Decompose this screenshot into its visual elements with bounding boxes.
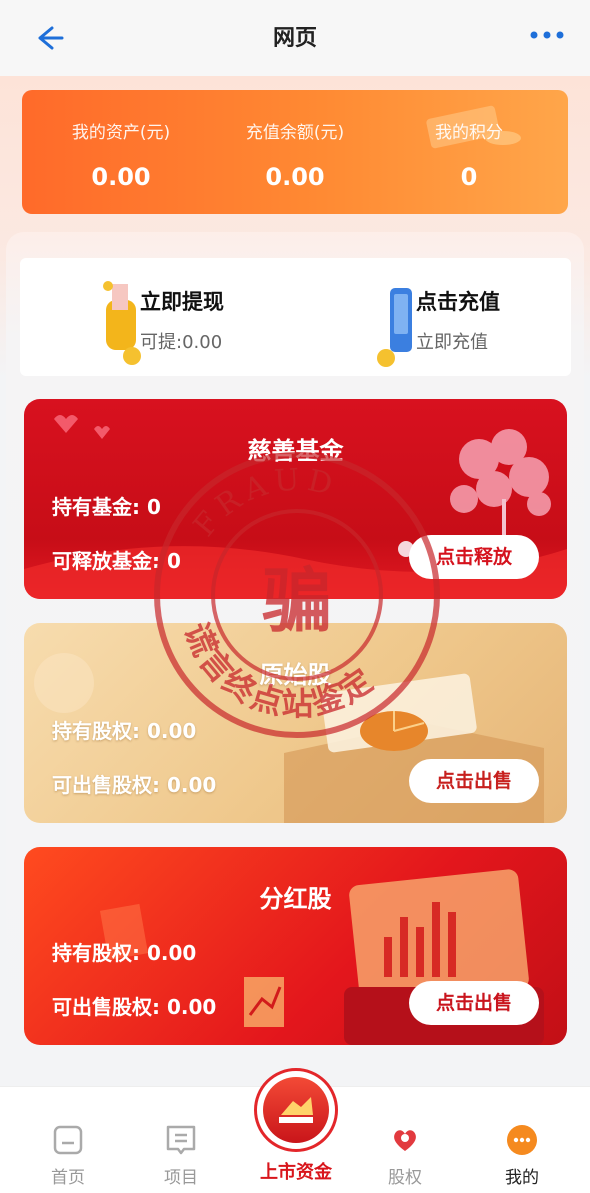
sellable-equity: 可出售股权: 0.00 xyxy=(52,995,217,1019)
more-options-icon[interactable] xyxy=(528,28,568,42)
tab-label: 我的 xyxy=(505,1168,539,1188)
tab-label: 股权 xyxy=(388,1168,422,1188)
withdraw-title: 立即提现 xyxy=(140,290,224,314)
withdraw-action[interactable]: 立即提现 可提:0.00 xyxy=(20,258,290,376)
sell-button[interactable]: 点击出售 xyxy=(409,981,539,1025)
recharge-title: 点击充值 xyxy=(416,290,500,314)
stat-value: 0.00 xyxy=(265,163,325,191)
stat-label: 我的资产(元) xyxy=(71,123,171,143)
recharge-subtitle: 立即充值 xyxy=(416,332,488,353)
stat-value: 0.00 xyxy=(91,163,151,191)
sellable-equity: 可出售股权: 0.00 xyxy=(52,773,217,797)
tab-listing-fund-label[interactable]: 上市资金 xyxy=(240,1158,352,1184)
home-icon xyxy=(53,1125,83,1155)
stat-label: 充值余额(元) xyxy=(245,123,345,143)
quick-actions: 立即提现 可提:0.00 点击充值 立即充值 xyxy=(20,258,571,376)
phone-coin-icon xyxy=(377,288,412,367)
held-equity: 持有股权: 0.00 xyxy=(52,719,197,743)
top-bar: 网页 xyxy=(0,0,590,76)
withdraw-available: 可提:0.00 xyxy=(140,332,223,353)
tab-label: 首页 xyxy=(51,1168,85,1188)
assets-summary: 我的资产(元) 0.00 充值余额(元) 0.00 我的积分 0 xyxy=(22,90,568,214)
heart-hands-icon xyxy=(394,1130,416,1151)
recharge-action[interactable]: 点击充值 立即充值 xyxy=(300,258,571,376)
tab-mine[interactable]: 我的 xyxy=(463,1087,581,1193)
held-equity: 持有股权: 0.00 xyxy=(52,941,197,965)
charity-fund-card: 慈善基金 持有基金: 0 可释放基金: 0 点击释放 xyxy=(24,399,567,599)
page-title: 网页 xyxy=(272,26,317,51)
listing-fund-icon xyxy=(263,1077,329,1143)
card-title: 原始股 xyxy=(259,661,332,689)
tab-label: 项目 xyxy=(164,1168,198,1188)
dividend-shares-card: 分红股 持有股权: 0.00 可出售股权: 0.00 点击出售 xyxy=(24,847,567,1045)
tab-home[interactable]: 首页 xyxy=(9,1087,127,1193)
mine-icon xyxy=(507,1125,537,1155)
sell-button[interactable]: 点击出售 xyxy=(409,759,539,803)
original-shares-card: 原始股 持有股权: 0.00 可出售股权: 0.00 点击出售 xyxy=(24,623,567,823)
tab-projects[interactable]: 项目 xyxy=(122,1087,240,1193)
stat-recharge-balance: 充值余额(元) 0.00 xyxy=(204,118,386,191)
listing-fund-button[interactable] xyxy=(254,1068,338,1152)
releasable-fund: 可释放基金: 0 xyxy=(52,549,181,573)
projects-icon xyxy=(166,1125,196,1155)
stat-points: 我的积分 0 xyxy=(378,118,560,191)
held-fund: 持有基金: 0 xyxy=(52,495,161,519)
release-button[interactable]: 点击释放 xyxy=(409,535,539,579)
tab-equity[interactable]: 股权 xyxy=(346,1087,464,1193)
card-title: 慈善基金 xyxy=(247,437,344,465)
card-title: 分红股 xyxy=(259,885,332,913)
stat-value: 0 xyxy=(460,163,478,191)
stat-label: 我的积分 xyxy=(435,123,503,143)
stat-total-assets: 我的资产(元) 0.00 xyxy=(30,118,212,191)
